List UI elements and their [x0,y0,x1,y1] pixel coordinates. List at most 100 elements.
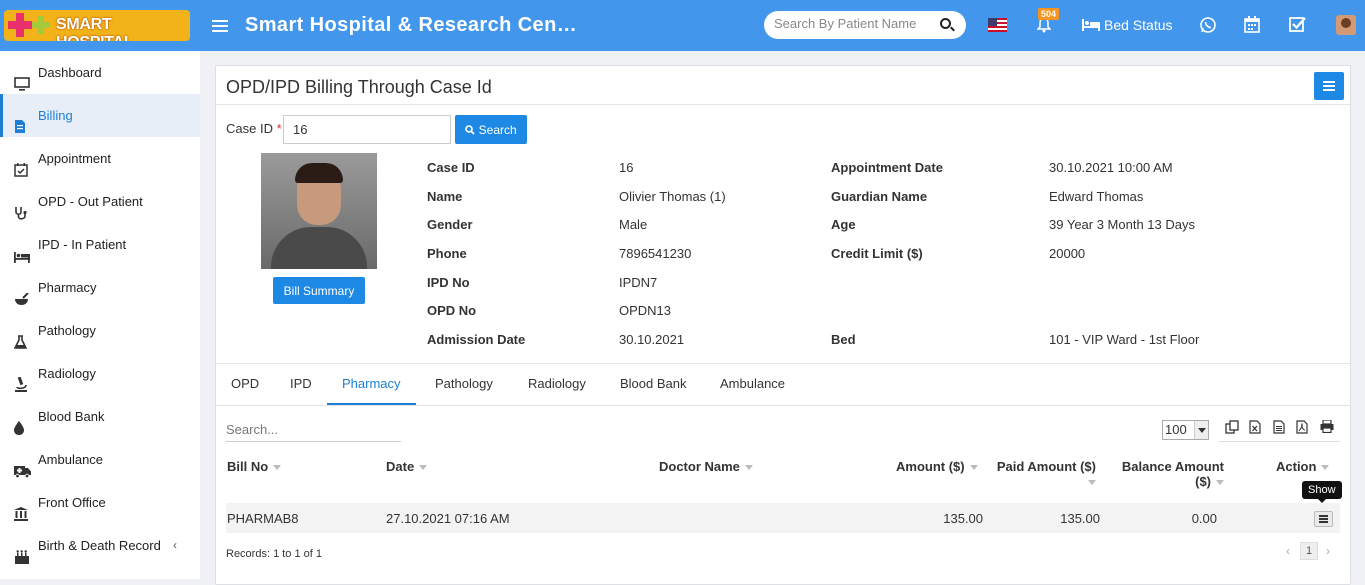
column-header-amount[interactable]: Amount ($) [896,459,978,474]
search-button[interactable]: Search [455,115,527,144]
bill-summary-button[interactable]: Bill Summary [273,277,365,304]
tab-ipd[interactable]: IPD [275,364,327,405]
ipd-no-value: IPDN7 [619,275,658,290]
column-header-bill-no[interactable]: Bill No [227,459,282,474]
search-icon [465,124,475,135]
sidebar-item-label: Pharmacy [38,280,97,295]
sidebar-item-label: Radiology [38,366,96,381]
cell-date: 27.10.2021 07:16 AM [386,511,510,526]
menu-icon[interactable] [212,17,228,33]
csv-icon[interactable] [1273,420,1289,436]
credit-limit-value: 20000 [1049,246,1086,261]
column-header-paid-amount[interactable]: Paid Amount ($) [994,459,1096,489]
ambulance-icon [14,452,31,479]
sidebar-item-birth-death[interactable]: Birth & Death Record ‹ [0,524,200,567]
whatsapp-icon[interactable] [1199,16,1217,34]
guardian-name-label: Guardian Name [831,189,928,204]
column-header-doctor-name[interactable]: Doctor Name [659,459,753,474]
sidebar-item-label: Pathology [38,323,96,338]
billing-tabs: OPD IPD Pharmacy Pathology Radiology Blo… [216,364,1350,406]
search-button-label: Search [478,122,517,137]
sidebar-item-label: Front Office [38,495,106,510]
patient-search-input[interactable] [774,16,934,31]
divider [1219,441,1340,442]
sidebar-item-radiology[interactable]: Radiology [0,352,200,395]
chevron-down-icon [1194,421,1208,439]
table-search-input[interactable] [226,418,401,442]
building-icon [14,495,30,521]
tab-blood-bank[interactable]: Blood Bank [605,364,702,405]
stethoscope-icon [14,194,30,220]
appointment-date-value: 30.10.2021 10:00 AM [1049,160,1173,175]
microscope-icon [14,366,30,392]
sidebar-item-label: Birth & Death Record [38,538,161,553]
excel-icon[interactable] [1249,420,1265,436]
sort-icon [969,465,978,471]
column-header-balance-amount[interactable]: Balance Amount ($) [1104,459,1224,489]
pagination-prev-icon[interactable]: ‹ [1286,544,1290,558]
tab-radiology[interactable]: Radiology [513,364,601,405]
panel-menu-button[interactable] [1314,72,1344,100]
task-check-icon[interactable] [1289,16,1307,34]
mortar-pestle-icon [14,280,30,305]
hospital-logo[interactable]: SMART HOSPITAL [4,10,190,41]
sidebar-item-blood-bank[interactable]: Blood Bank [0,395,200,438]
sidebar-item-front-office[interactable]: Front Office [0,481,200,524]
page-size-value: 100 [1165,422,1187,437]
required-mark: * [276,121,282,136]
sidebar-item-ipd[interactable]: IPD - In Patient [0,223,200,266]
gender-label: Gender [427,217,473,232]
copy-icon[interactable] [1225,420,1241,436]
chevron-left-icon[interactable]: ‹ [173,524,177,567]
sidebar-item-label: Ambulance [38,452,104,467]
logo-cross-small-icon [32,16,50,34]
tab-opd[interactable]: OPD [216,364,274,405]
sidebar-item-appointment[interactable]: Appointment [0,137,200,180]
tab-pathology[interactable]: Pathology [420,364,508,405]
calendar-check-icon [14,151,30,177]
site-title: Smart Hospital & Research Cen… [245,14,575,36]
print-icon[interactable] [1320,419,1336,436]
admission-date-value: 30.10.2021 [619,332,685,347]
column-header-action: Action [1276,459,1330,474]
appointment-date-label: Appointment Date [831,160,943,175]
search-icon[interactable] [940,18,951,29]
us-flag-icon[interactable] [988,18,1007,32]
bed-label: Bed [831,332,856,347]
show-tooltip: Show [1302,481,1342,503]
cell-bill-no: PHARMAB8 [227,511,299,526]
tab-ambulance[interactable]: Ambulance [705,364,800,405]
show-menu-icon[interactable] [1314,511,1333,527]
sidebar-item-billing[interactable]: Billing [0,94,200,137]
gender-value: Male [619,217,648,232]
sort-icon [1088,480,1096,486]
billing-panel: OPD/IPD Billing Through Case Id Case ID … [215,65,1351,585]
case-id-input[interactable] [283,115,451,144]
column-header-date[interactable]: Date [386,459,428,474]
pdf-icon[interactable] [1296,420,1312,436]
sidebar-item-dashboard[interactable]: Dashboard [0,51,200,94]
case-id-info-value: 16 [619,160,634,175]
phone-value: 7896541230 [619,246,692,261]
divider [216,104,1350,105]
tab-pharmacy[interactable]: Pharmacy [327,364,416,405]
page-size-select[interactable]: 100 [1162,420,1209,440]
sidebar-item-opd[interactable]: OPD - Out Patient [0,180,200,223]
bed-status-link[interactable]: Bed Status [1082,17,1173,34]
name-label: Name [427,189,463,204]
cell-amount: 135.00 [943,511,983,526]
pagination-next-icon[interactable]: › [1326,544,1330,558]
sidebar-item-pharmacy[interactable]: Pharmacy [0,266,200,309]
sidebar-item-label: Appointment [38,151,111,166]
sidebar-item-pathology[interactable]: Pathology [0,309,200,352]
sidebar: Dashboard Billing Appointment OPD - Out … [0,51,200,579]
user-avatar[interactable] [1336,15,1356,35]
sidebar-item-ambulance[interactable]: Ambulance [0,438,200,481]
logo-cross-icon [8,13,32,37]
age-label: Age [831,217,856,232]
sort-icon [419,465,428,471]
sort-icon [273,465,282,471]
pagination-page[interactable]: 1 [1300,542,1318,560]
calendar-icon[interactable] [1244,16,1262,34]
bed-icon [1082,18,1100,34]
